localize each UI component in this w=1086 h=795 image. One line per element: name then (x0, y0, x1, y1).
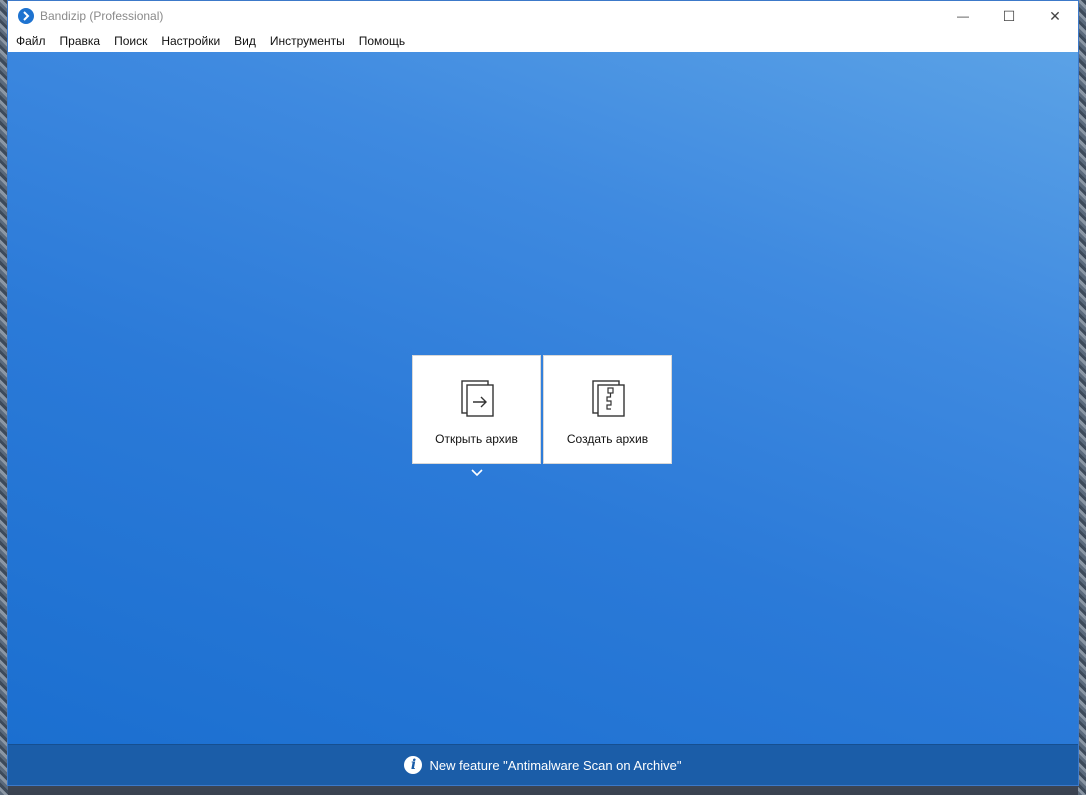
create-archive-label: Создать архив (566, 432, 649, 446)
main-content-area: Открыть архив Создать архив (8, 52, 1078, 744)
close-icon: ✕ (1049, 7, 1061, 24)
create-archive-icon (591, 380, 625, 417)
menu-file[interactable]: Файл (9, 31, 53, 52)
open-archive-icon (460, 380, 494, 417)
menu-settings[interactable]: Настройки (154, 31, 227, 52)
create-archive-button[interactable]: Создать архив (543, 355, 672, 464)
menu-search[interactable]: Поиск (107, 31, 154, 52)
menu-tools[interactable]: Инструменты (263, 31, 352, 52)
bandizip-logo-icon (18, 8, 34, 24)
maximize-button[interactable]: ☐ (986, 1, 1032, 31)
app-window: Bandizip (Professional) — ☐ ✕ Файл Правк… (7, 0, 1079, 786)
status-message[interactable]: New feature "Antimalware Scan on Archive… (429, 758, 681, 773)
menu-view[interactable]: Вид (227, 31, 263, 52)
minimize-button[interactable]: — (940, 1, 986, 31)
menu-edit[interactable]: Правка (53, 31, 108, 52)
menu-help[interactable]: Помощь (352, 31, 412, 52)
action-tiles: Открыть архив Создать архив (412, 355, 672, 464)
open-archive-label: Открыть архив (435, 432, 518, 446)
chevron-down-icon[interactable] (470, 468, 484, 478)
open-archive-button[interactable]: Открыть архив (412, 355, 541, 464)
menu-bar: Файл Правка Поиск Настройки Вид Инструме… (8, 31, 1078, 52)
close-button[interactable]: ✕ (1032, 1, 1078, 31)
status-bar[interactable]: i New feature "Antimalware Scan on Archi… (8, 744, 1078, 785)
maximize-icon: ☐ (1002, 7, 1016, 24)
window-title: Bandizip (Professional) (40, 9, 164, 23)
title-bar[interactable]: Bandizip (Professional) — ☐ ✕ (8, 1, 1078, 31)
minimize-icon: — (957, 9, 969, 23)
desktop-background-right (1078, 0, 1086, 795)
info-icon: i (404, 756, 423, 774)
